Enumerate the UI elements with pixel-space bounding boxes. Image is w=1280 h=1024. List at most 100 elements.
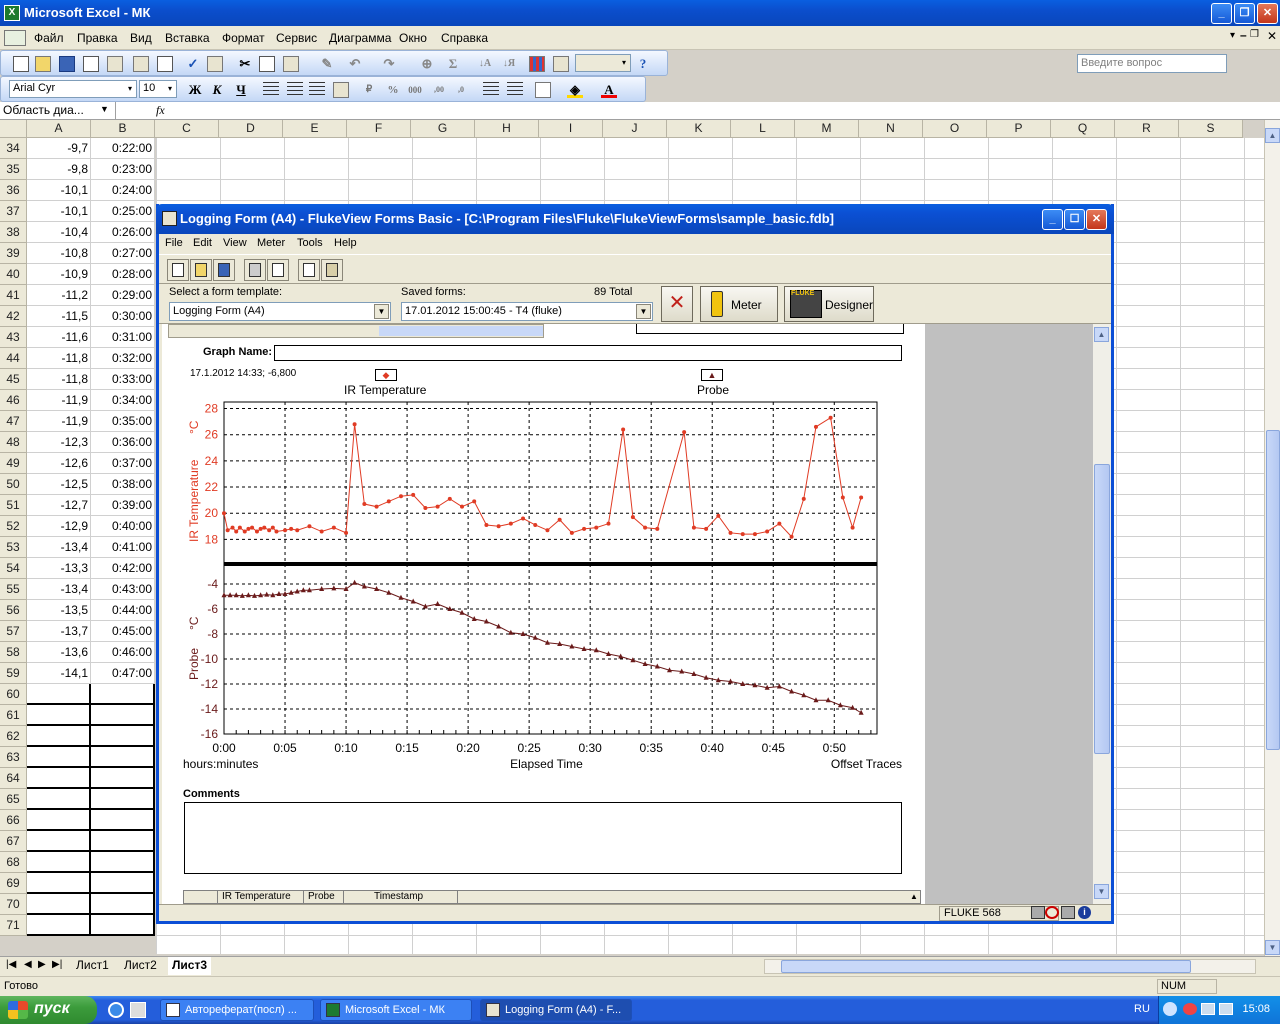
cell-time[interactable]: [91, 852, 155, 873]
scroll-up-icon[interactable]: ▲: [1265, 128, 1280, 143]
row-header[interactable]: 40: [0, 264, 27, 285]
fluke-scroll-down-icon[interactable]: ▼: [1094, 884, 1109, 899]
connection-icon[interactable]: [1031, 906, 1045, 919]
open-icon[interactable]: [35, 56, 51, 72]
spelling-icon[interactable]: ✓: [185, 56, 201, 72]
column-header-r[interactable]: R: [1115, 120, 1179, 138]
column-header-f[interactable]: F: [347, 120, 411, 138]
fluke-menu-tools[interactable]: Tools: [297, 237, 323, 249]
cell-temperature[interactable]: [27, 852, 91, 873]
help-icon[interactable]: ?: [635, 56, 651, 72]
row-header[interactable]: 35: [0, 159, 27, 180]
cell-temperature[interactable]: -13,4: [27, 579, 91, 600]
cell-temperature[interactable]: [27, 684, 91, 705]
row-header[interactable]: 70: [0, 894, 27, 915]
col-probe[interactable]: Probe: [304, 891, 344, 903]
row-header[interactable]: 34: [0, 138, 27, 159]
row-header[interactable]: 44: [0, 348, 27, 369]
cell-time[interactable]: 0:45:00: [91, 621, 155, 642]
fluke-maximize-button[interactable]: ☐: [1064, 209, 1085, 230]
percent-icon[interactable]: %: [385, 82, 401, 98]
cell-time[interactable]: 0:30:00: [91, 306, 155, 327]
cell-temperature[interactable]: [27, 705, 91, 726]
align-center-icon[interactable]: [287, 82, 303, 98]
save-icon[interactable]: [59, 56, 75, 72]
cell-temperature[interactable]: -10,1: [27, 201, 91, 222]
chevron-down-icon[interactable]: ▼: [374, 304, 389, 319]
thousands-icon[interactable]: 000: [407, 82, 423, 98]
col-timestamp[interactable]: Timestamp: [344, 891, 458, 903]
excel-scroll-thumb[interactable]: [1266, 430, 1280, 750]
row-header[interactable]: 66: [0, 810, 27, 831]
tray-display-icon[interactable]: [1219, 1003, 1233, 1015]
cell-time[interactable]: [91, 831, 155, 852]
fluke-minimize-button[interactable]: _: [1042, 209, 1063, 230]
task-word[interactable]: Автореферат(посл) ...: [160, 999, 314, 1021]
font-name-select[interactable]: Arial Cyr ▾: [9, 80, 137, 98]
menu-file[interactable]: Файл: [34, 31, 64, 45]
cell-temperature[interactable]: -13,4: [27, 537, 91, 558]
excel-hscroll-thumb[interactable]: [781, 960, 1191, 973]
select-all-corner[interactable]: [0, 120, 27, 138]
column-header-l[interactable]: L: [731, 120, 795, 138]
last-sheet-icon[interactable]: ▶|: [52, 959, 62, 970]
menu-edit[interactable]: Правка: [77, 31, 118, 45]
sheet-tab-3[interactable]: Лист3: [168, 957, 212, 975]
cell-time[interactable]: [91, 705, 155, 726]
cell-time[interactable]: [91, 873, 155, 894]
italic-icon[interactable]: К: [209, 82, 225, 98]
cell-temperature[interactable]: -10,9: [27, 264, 91, 285]
redo-icon[interactable]: ↷: [381, 56, 397, 72]
borders-icon[interactable]: [535, 82, 551, 98]
zoom-select[interactable]: ▾: [575, 54, 631, 72]
row-header[interactable]: 39: [0, 243, 27, 264]
autosum-icon[interactable]: Σ: [445, 56, 461, 72]
font-size-select[interactable]: 10 ▾: [139, 80, 177, 98]
doc-close-icon[interactable]: ✕: [1267, 29, 1277, 43]
column-header-e[interactable]: E: [283, 120, 347, 138]
new-icon[interactable]: [13, 56, 29, 72]
fluke-menu-meter[interactable]: Meter: [257, 237, 285, 249]
col-ir-temperature[interactable]: IR Temperature: [218, 891, 304, 903]
permission-icon[interactable]: [83, 56, 99, 72]
cell-time[interactable]: 0:33:00: [91, 369, 155, 390]
fluke-menu-view[interactable]: View: [223, 237, 247, 249]
font-color-icon[interactable]: A: [601, 82, 617, 98]
chevron-down-icon[interactable]: ▼: [636, 304, 651, 319]
cell-time[interactable]: [91, 789, 155, 810]
cell-temperature[interactable]: [27, 873, 91, 894]
sheet-tab-2[interactable]: Лист2: [120, 957, 161, 975]
cell-time[interactable]: 0:28:00: [91, 264, 155, 285]
cell-temperature[interactable]: -13,6: [27, 642, 91, 663]
row-header[interactable]: 69: [0, 873, 27, 894]
row-header[interactable]: 57: [0, 621, 27, 642]
fluke-print-preview-button[interactable]: [267, 259, 289, 281]
fluke-paste-button[interactable]: [321, 259, 343, 281]
row-header[interactable]: 52: [0, 516, 27, 537]
fluke-copy-button[interactable]: [298, 259, 320, 281]
comments-textarea[interactable]: [184, 802, 902, 874]
row-header[interactable]: 48: [0, 432, 27, 453]
info-icon[interactable]: i: [1078, 906, 1091, 919]
fluke-open-button[interactable]: [190, 259, 212, 281]
no-connection-icon[interactable]: [1045, 906, 1059, 919]
row-header[interactable]: 54: [0, 558, 27, 579]
row-header[interactable]: 63: [0, 747, 27, 768]
fluke-menu-edit[interactable]: Edit: [193, 237, 212, 249]
align-right-icon[interactable]: [309, 82, 325, 98]
cell-time[interactable]: 0:29:00: [91, 285, 155, 306]
cell-time[interactable]: 0:32:00: [91, 348, 155, 369]
row-header[interactable]: 42: [0, 306, 27, 327]
cell-temperature[interactable]: -13,5: [27, 600, 91, 621]
paste-icon[interactable]: [283, 56, 299, 72]
cell-temperature[interactable]: -12,5: [27, 474, 91, 495]
cell-temperature[interactable]: -10,8: [27, 243, 91, 264]
cell-time[interactable]: [91, 726, 155, 747]
underline-icon[interactable]: Ч: [233, 82, 249, 98]
cell-time[interactable]: 0:34:00: [91, 390, 155, 411]
cell-temperature[interactable]: [27, 831, 91, 852]
menu-window[interactable]: Окно: [399, 31, 427, 45]
doc-restore-icon[interactable]: ❐: [1250, 29, 1259, 40]
prev-sheet-icon[interactable]: ◀: [24, 959, 32, 970]
row-header[interactable]: 45: [0, 369, 27, 390]
